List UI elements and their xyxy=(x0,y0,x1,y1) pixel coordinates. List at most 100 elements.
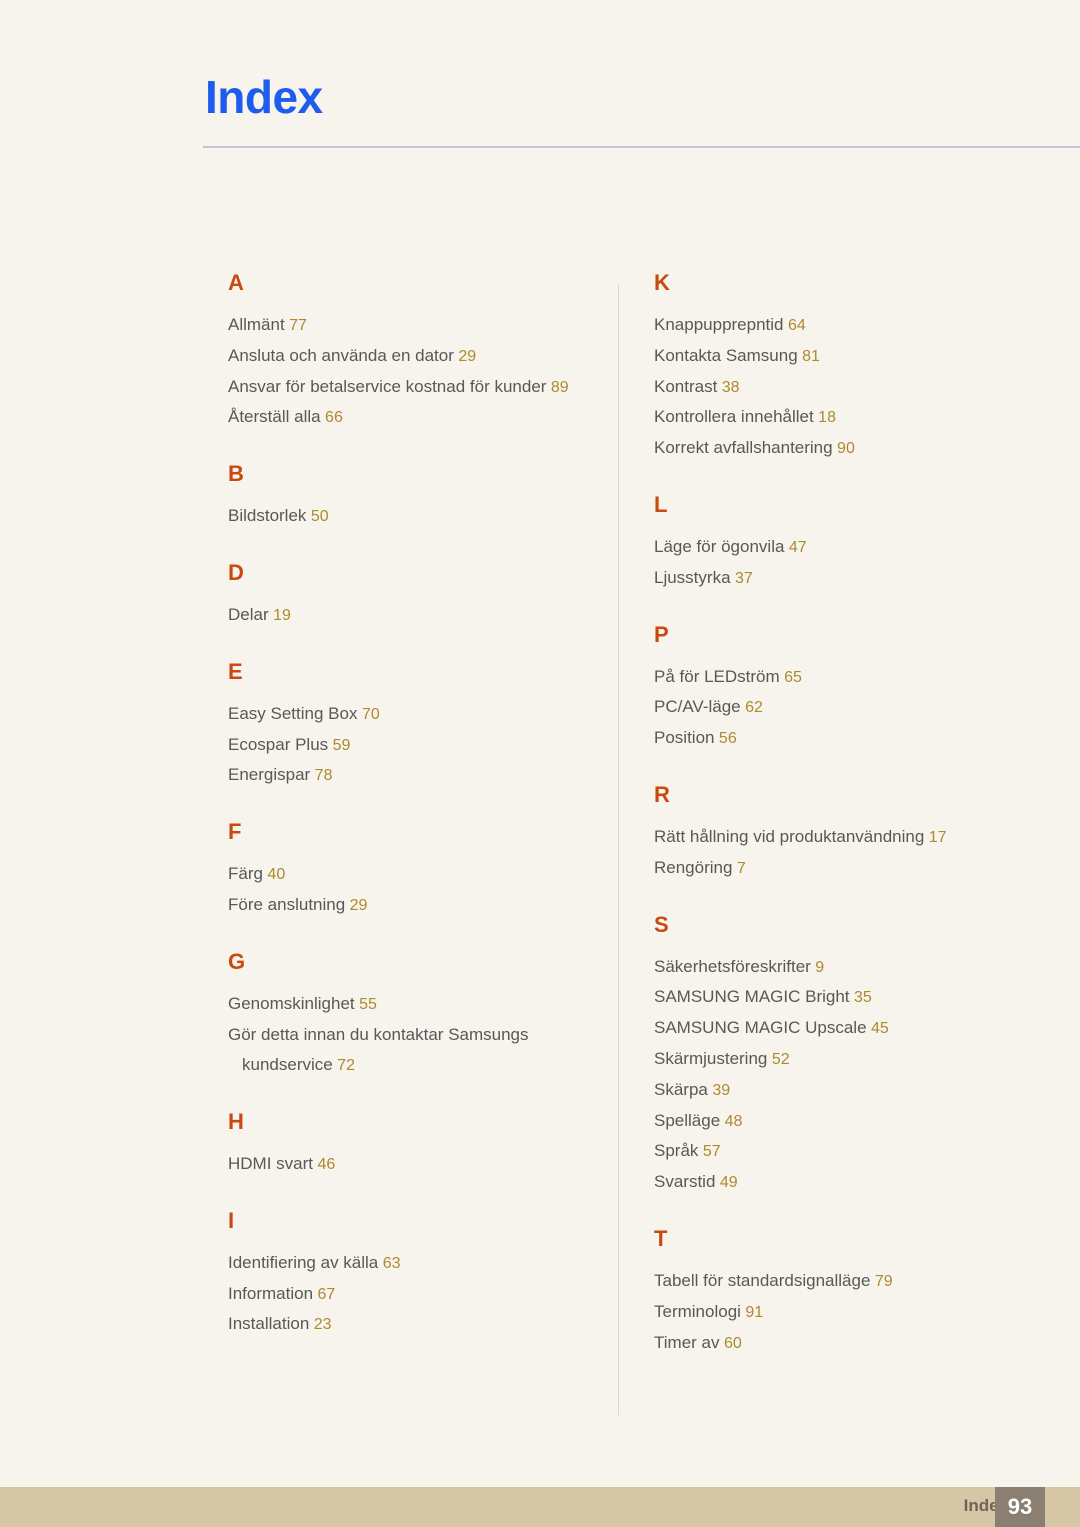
index-group-letter: S xyxy=(654,911,669,937)
index-column-left: A Allmänt 77 Ansluta och använda en dator … xyxy=(228,272,598,1340)
index-group: F Färg 40 Före anslutning 29 xyxy=(228,821,598,921)
index-group-letter: T xyxy=(654,1225,668,1251)
index-entry[interactable]: Rengöring 7 xyxy=(654,853,1054,884)
index-entry-label: Delar xyxy=(228,604,269,624)
index-entry[interactable]: Terminologi 91 xyxy=(654,1297,1054,1328)
index-entry[interactable]: Timer av 60 xyxy=(654,1328,1054,1359)
index-entry[interactable]: Färg 40 xyxy=(228,859,598,890)
index-entry-label: Rengöring xyxy=(654,857,733,877)
index-entry[interactable]: Kontrast 38 xyxy=(654,372,1054,403)
index-entry[interactable]: Rätt hållning vid produktanvändning 17 xyxy=(654,822,1054,853)
index-entry-label: Bildstorlek xyxy=(228,506,307,526)
index-entry[interactable]: Position 56 xyxy=(654,723,1054,754)
index-entry-page: 38 xyxy=(717,378,740,396)
index-entry[interactable]: HDMI svart 46 xyxy=(228,1149,598,1180)
index-entry[interactable]: Kontakta Samsung 81 xyxy=(654,341,1054,372)
index-entry-page: 57 xyxy=(698,1143,721,1161)
index-entry-label: Språk xyxy=(654,1141,699,1161)
index-group: R Rätt hållning vid produktanvändning 17 R… xyxy=(654,783,1054,884)
index-entry-page: 7 xyxy=(732,859,746,877)
index-entry[interactable]: Ljusstyrka 37 xyxy=(654,563,1054,594)
index-entry-page: 64 xyxy=(783,317,806,334)
index-group-letter: K xyxy=(654,270,670,295)
footer-page-number: 93 xyxy=(995,1487,1045,1527)
index-entry[interactable]: Installation 23 xyxy=(228,1309,598,1340)
index-entry-page: 66 xyxy=(320,409,343,427)
index-entry[interactable]: SAMSUNG MAGIC Upscale 45 xyxy=(654,1013,1054,1044)
index-group: T Tabell för standardsignalläge 79 Termino… xyxy=(654,1225,1054,1359)
index-entry-page: 23 xyxy=(309,1316,332,1334)
index-entry[interactable]: Säkerhetsföreskrifter 9 xyxy=(654,952,1054,983)
index-entry-page: 35 xyxy=(849,989,872,1007)
index-group-letter: F xyxy=(228,819,242,845)
index-entry[interactable]: Läge för ögonvila 47 xyxy=(654,532,1054,563)
index-entry[interactable]: Ansluta och använda en dator 29 xyxy=(228,341,598,372)
index-entry-label: Spelläge xyxy=(654,1110,721,1130)
index-group: A Allmänt 77 Ansluta och använda en dator … xyxy=(228,272,598,433)
index-entry[interactable]: Spelläge 48 xyxy=(654,1106,1054,1137)
index-entry-page: 45 xyxy=(866,1020,889,1038)
index-entry-page: 67 xyxy=(313,1285,336,1303)
index-entry[interactable]: Allmänt 77 xyxy=(228,310,598,341)
index-entry-page: 37 xyxy=(730,569,753,587)
index-entry-label: Kontrollera innehållet xyxy=(654,407,814,427)
index-entry[interactable]: Energispar 78 xyxy=(228,760,598,791)
index-group: I Identifiering av källa 63 Information 67… xyxy=(228,1207,598,1340)
index-entry[interactable]: Svarstid 49 xyxy=(654,1167,1054,1198)
index-entry[interactable]: Skärmjustering 52 xyxy=(654,1044,1054,1075)
index-entry-page: 29 xyxy=(453,347,477,365)
index-group-letter: G xyxy=(228,948,246,974)
index-entry-label: SAMSUNG MAGIC Upscale xyxy=(654,1018,867,1038)
index-entry[interactable]: Ecospar Plus 59 xyxy=(228,730,598,761)
index-entry-label: Installation xyxy=(228,1314,310,1334)
index-entry-label: Ansluta och använda en dator xyxy=(228,345,454,365)
index-entry[interactable]: SAMSUNG MAGIC Bright 35 xyxy=(654,982,1054,1013)
index-entry[interactable]: Återställ alla 66 xyxy=(228,402,598,433)
index-entry-page: 49 xyxy=(715,1174,738,1192)
index-entry-label: Svarstid xyxy=(654,1172,716,1192)
index-entry-page: 55 xyxy=(354,995,377,1013)
index-entry[interactable]: Delar 19 xyxy=(228,600,598,631)
index-entry-label: HDMI svart xyxy=(228,1153,313,1173)
index-entry[interactable]: Före anslutning 29 xyxy=(228,890,598,921)
index-entry-label: Position xyxy=(654,728,715,748)
index-entry-label: Ansvar för betalservice kostnad för kund… xyxy=(228,376,547,396)
index-entry[interactable]: Identifiering av källa 63 xyxy=(228,1248,598,1279)
index-entry[interactable]: Easy Setting Box 70 xyxy=(228,699,598,730)
index-entry[interactable]: Genomskinlighet 55 xyxy=(228,989,598,1020)
index-entry[interactable]: Korrekt avfallshantering 90 xyxy=(654,433,1054,464)
index-entry[interactable]: Kontrollera innehållet 18 xyxy=(654,402,1054,433)
index-entry[interactable]: Bildstorlek 50 xyxy=(228,501,598,532)
index-entry[interactable]: På för LEDström 65 xyxy=(654,662,1054,693)
title-divider-rule xyxy=(203,146,1080,148)
index-entry[interactable]: PC/AV-läge 62 xyxy=(654,692,1054,723)
index-entry-label: SAMSUNG MAGIC Bright xyxy=(654,987,850,1007)
index-entry-page: 47 xyxy=(784,538,807,556)
index-entry[interactable]: Tabell för standardsignalläge 79 xyxy=(654,1266,1054,1297)
index-entry[interactable]: Information 67 xyxy=(228,1279,598,1310)
index-entry-label: Information xyxy=(228,1283,314,1303)
index-group-letter: I xyxy=(228,1207,235,1233)
index-entry-label: Knappupprepntid xyxy=(654,315,784,334)
index-entry-page: 48 xyxy=(720,1112,743,1130)
index-entry-label: PC/AV-läge xyxy=(654,697,741,717)
index-group-letter: E xyxy=(228,658,243,684)
index-entry[interactable]: Ansvar för betalservice kostnad för kund… xyxy=(228,372,598,403)
index-group: P På för LEDström 65 PC/AV-läge 62 Position… xyxy=(654,621,1054,754)
index-group-letter: P xyxy=(654,621,669,647)
index-group: E Easy Setting Box 70 Ecospar Plus 59 Energ… xyxy=(228,658,598,791)
index-entry-page: 81 xyxy=(797,347,820,365)
index-entry[interactable]: Gör detta innan du kontaktar Samsungs kun… xyxy=(228,1020,598,1081)
index-group-letter: B xyxy=(228,461,244,487)
index-entry-page: 46 xyxy=(313,1155,336,1173)
index-entry-label: Tabell för standardsignalläge xyxy=(654,1270,871,1290)
index-entry[interactable]: Knappupprepntid 64 xyxy=(654,310,1054,341)
index-entry[interactable]: Språk 57 xyxy=(654,1136,1054,1167)
index-entry-page: 52 xyxy=(767,1050,790,1068)
index-entry[interactable]: Skärpa 39 xyxy=(654,1075,1054,1106)
index-entry-label: Läge för ögonvila xyxy=(654,536,785,556)
index-entry-page: 91 xyxy=(740,1303,764,1321)
index-group: S Säkerhetsföreskrifter 9 SAMSUNG MAGIC Br… xyxy=(654,911,1054,1198)
index-entry-page: 39 xyxy=(707,1081,731,1099)
column-divider xyxy=(618,285,619,1415)
